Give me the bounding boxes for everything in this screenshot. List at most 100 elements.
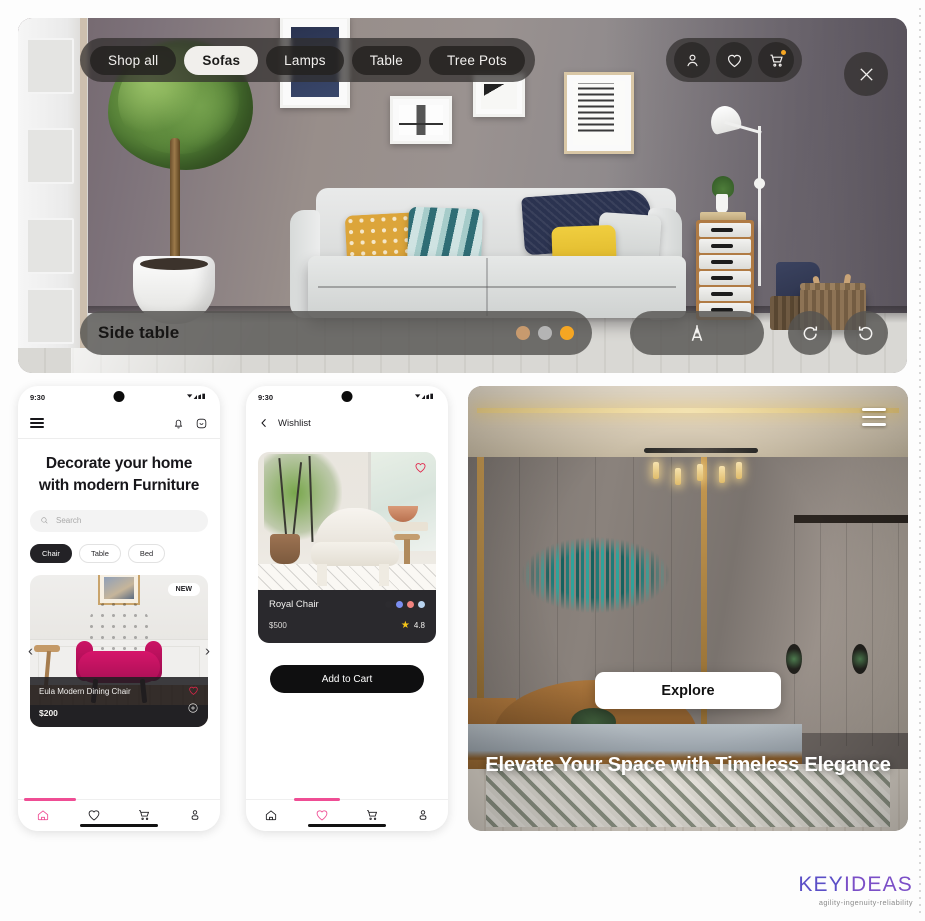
status-time: 9:30 — [30, 392, 46, 402]
notification-bell-icon[interactable] — [172, 417, 185, 430]
carousel-next-icon[interactable]: › — [205, 643, 210, 658]
wishlist-heart-icon[interactable] — [716, 42, 752, 78]
cart-icon[interactable] — [758, 42, 794, 78]
phone-mockup-wishlist: 9:30 Wishlist Royal Chair $500 ★ 4.8 Add… — [246, 386, 448, 831]
star-icon: ★ — [400, 620, 410, 631]
search-input[interactable]: Search — [30, 509, 208, 532]
nav-home-icon[interactable] — [264, 808, 278, 827]
color-option-salmon[interactable] — [407, 601, 414, 608]
camera-punchhole-icon — [341, 391, 353, 402]
logo-part-key: KEY — [798, 873, 844, 896]
category-chip-sofas[interactable]: Sofas — [184, 45, 259, 75]
product-title: Royal Chair — [269, 599, 319, 610]
color-swatch-group — [516, 326, 574, 340]
status-bar: 9:30 — [18, 386, 220, 408]
status-bar: 9:30 — [246, 386, 448, 408]
ar-room-viewer[interactable]: Shop all Sofas Lamps Table Tree Pots Sid… — [18, 18, 907, 373]
close-icon[interactable] — [844, 52, 888, 96]
cart-badge-dot — [781, 50, 786, 55]
signal-icon — [187, 393, 205, 399]
product-info: Royal Chair $500 ★ 4.8 — [258, 590, 436, 643]
selected-item-label: Side table — [98, 323, 180, 342]
logo-wordmark: KEYIDEAS — [798, 874, 913, 895]
plant-pot — [270, 534, 300, 564]
hamburger-menu-icon[interactable] — [30, 417, 44, 429]
category-chip-shop-all[interactable]: Shop all — [90, 45, 177, 75]
hero-action-icon-bar — [666, 38, 802, 82]
camera-punchhole-icon — [113, 391, 125, 402]
nav-profile-icon[interactable] — [188, 808, 202, 827]
nav-home-icon[interactable] — [36, 808, 50, 827]
category-chip-table[interactable]: Table — [351, 45, 421, 75]
phone-mockup-home: 9:30 Decorate your home with modern Furn… — [18, 386, 220, 831]
rating-value: 4.8 — [413, 621, 425, 630]
search-icon — [41, 517, 48, 524]
bottom-navigation — [246, 798, 448, 831]
nav-profile-icon[interactable] — [416, 808, 430, 827]
category-chip-row: Chair Table Bed — [30, 543, 208, 563]
home-indicator — [308, 824, 386, 827]
swatch-tan[interactable] — [516, 326, 530, 340]
category-chip-lamps[interactable]: Lamps — [266, 45, 344, 75]
selected-item-bar[interactable]: Side table — [80, 311, 592, 355]
color-option-blue[interactable] — [396, 601, 403, 608]
product-card[interactable]: NEW Eula Modern Dining Chair $200 — [30, 574, 208, 727]
category-chip-table[interactable]: Table — [78, 543, 121, 563]
status-icons — [414, 393, 436, 401]
add-to-cart-plus-icon[interactable] — [187, 701, 199, 719]
home-indicator — [80, 824, 158, 827]
color-option-light-blue[interactable] — [418, 601, 425, 608]
product-title: Eula Modern Dining Chair — [39, 687, 131, 697]
white-armchair — [311, 508, 400, 586]
category-chip-chair[interactable]: Chair — [30, 543, 72, 563]
nav-active-indicator — [24, 798, 76, 801]
logo-part-ideas: IDEAS — [843, 873, 913, 896]
product-price: $500 — [269, 621, 287, 630]
hamburger-menu-icon[interactable] — [862, 408, 886, 431]
undo-icon[interactable] — [844, 311, 888, 355]
measure-tool-icon[interactable] — [630, 311, 764, 355]
wishlist-header: Wishlist — [246, 408, 448, 438]
nav-active-indicator — [294, 798, 340, 801]
heart-icon[interactable] — [414, 461, 427, 479]
page-title: Decorate your home with modern Furniture — [30, 453, 208, 498]
search-placeholder: Search — [56, 516, 82, 526]
headline-line-2: with modern Furniture — [38, 477, 200, 495]
account-icon[interactable] — [674, 42, 710, 78]
page-root: Shop all Sofas Lamps Table Tree Pots Sid… — [0, 0, 925, 921]
add-to-cart-button[interactable]: Add to Cart — [270, 665, 424, 693]
explore-button[interactable]: Explore — [595, 672, 781, 709]
rating: ★ 4.8 — [401, 620, 425, 631]
heart-icon[interactable] — [188, 683, 199, 701]
ar-overlay-controls: Shop all Sofas Lamps Table Tree Pots Sid… — [18, 18, 907, 373]
app-top-bar — [18, 408, 220, 438]
category-filter-bar: Shop all Sofas Lamps Table Tree Pots — [80, 38, 535, 82]
category-chip-bed[interactable]: Bed — [127, 543, 166, 563]
swatch-orange-active[interactable] — [560, 326, 574, 340]
brand-logo: KEYIDEAS agility-ingenuity-reliability — [798, 874, 913, 907]
bottom-navigation — [18, 798, 220, 831]
top-bar-icons — [172, 417, 208, 430]
smiley-face-icon[interactable] — [195, 417, 208, 430]
back-chevron-icon[interactable] — [258, 417, 270, 429]
page-title: Wishlist — [278, 417, 311, 429]
product-card-info: Eula Modern Dining Chair $200 — [30, 676, 208, 727]
product-image — [258, 452, 436, 590]
product-price: $200 — [39, 707, 58, 718]
logo-tagline: agility-ingenuity-reliability — [818, 898, 913, 907]
carousel-prev-icon[interactable]: ‹ — [28, 643, 33, 658]
page-edge-decoration — [919, 8, 921, 913]
status-icons — [186, 393, 208, 401]
headline-line-1: Decorate your home — [45, 455, 193, 472]
color-option-black[interactable] — [385, 601, 392, 608]
category-chip-tree-pots[interactable]: Tree Pots — [428, 45, 525, 75]
status-badge: NEW — [167, 582, 200, 596]
swatch-grey[interactable] — [538, 326, 552, 340]
signal-icon — [415, 393, 433, 399]
bedroom-promo-panel[interactable]: Explore Elevate Your Space with Timeless… — [468, 386, 908, 831]
wishlist-product-card[interactable]: Royal Chair $500 ★ 4.8 — [258, 452, 436, 643]
redo-icon[interactable] — [788, 311, 832, 355]
top-divider — [18, 438, 220, 439]
promo-caption: Elevate Your Space with Timeless Eleganc… — [485, 754, 891, 776]
color-option-group — [385, 601, 425, 608]
